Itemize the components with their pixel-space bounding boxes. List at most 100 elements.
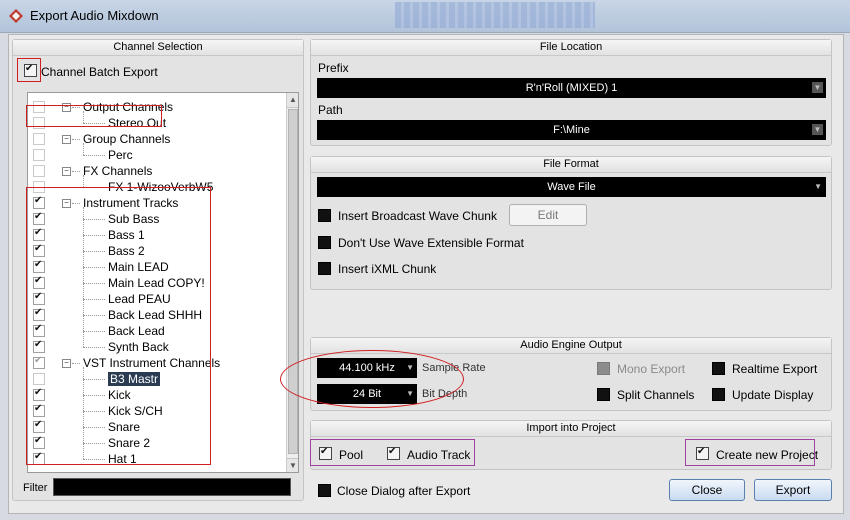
realtime-export-checkbox[interactable] bbox=[712, 362, 725, 375]
channel-batch-export-checkbox[interactable] bbox=[24, 63, 37, 77]
scroll-up-icon[interactable]: ▲ bbox=[287, 93, 298, 108]
tree-row-checkbox[interactable] bbox=[33, 149, 45, 161]
tree-row-checkbox[interactable] bbox=[33, 355, 45, 369]
chevron-down-icon[interactable]: ▼ bbox=[406, 384, 414, 404]
tree-row[interactable]: Bass 2 bbox=[28, 243, 286, 259]
tree-row-checkbox[interactable] bbox=[33, 435, 45, 449]
tree-connector bbox=[83, 459, 105, 460]
mono-export-checkbox[interactable] bbox=[597, 362, 610, 375]
file-location-header: File Location bbox=[311, 40, 831, 56]
chevron-down-icon[interactable]: ▼ bbox=[812, 124, 823, 135]
tree-row[interactable]: Kick bbox=[28, 387, 286, 403]
tree-row-checkbox[interactable] bbox=[33, 307, 45, 321]
file-format-combo[interactable]: Wave File ▼ bbox=[317, 177, 826, 197]
audio-engine-panel: Audio Engine Output 44.100 kHz ▼ Sample … bbox=[310, 337, 832, 411]
tree-row[interactable]: Hat 1 bbox=[28, 451, 286, 467]
scroll-down-icon[interactable]: ▼ bbox=[287, 458, 298, 472]
tree-row[interactable]: Sub Bass bbox=[28, 211, 286, 227]
tree-row[interactable]: Kick S/CH bbox=[28, 403, 286, 419]
tree-row-checkbox[interactable] bbox=[33, 373, 45, 385]
tree-row[interactable]: Stereo Out bbox=[28, 115, 286, 131]
tree-row[interactable]: Back Lead bbox=[28, 323, 286, 339]
tree-row-checkbox[interactable] bbox=[33, 117, 45, 129]
tree-row-label: Kick S/CH bbox=[108, 404, 163, 418]
filter-label: Filter bbox=[23, 482, 48, 494]
tree-row-checkbox[interactable] bbox=[33, 259, 45, 273]
tree-row[interactable]: Back Lead SHHH bbox=[28, 307, 286, 323]
tree-row[interactable]: Perc bbox=[28, 147, 286, 163]
export-button[interactable]: Export bbox=[754, 479, 832, 501]
tree-connector bbox=[83, 367, 84, 459]
scroll-thumb[interactable] bbox=[288, 109, 298, 454]
tree-row-checkbox[interactable] bbox=[33, 451, 45, 465]
tree-scrollbar[interactable]: ▲ ▼ bbox=[286, 93, 298, 472]
tree-row-checkbox[interactable] bbox=[33, 101, 45, 113]
close-dialog-checkbox[interactable] bbox=[318, 484, 331, 497]
tree-row[interactable]: B3 Mastr bbox=[28, 371, 286, 387]
import-project-panel: Import into Project Pool Audio Track Cre… bbox=[310, 420, 832, 470]
sample-rate-value: 44.100 kHz bbox=[339, 362, 395, 374]
tree-connector bbox=[83, 219, 105, 220]
tree-connector bbox=[83, 187, 105, 188]
tree-row-checkbox[interactable] bbox=[33, 419, 45, 433]
prefix-combo[interactable]: R'n'Roll (MIXED) 1 ▼ bbox=[317, 78, 826, 98]
close-button[interactable]: Close bbox=[669, 479, 745, 501]
tree-connector bbox=[72, 139, 80, 140]
bit-depth-label: Bit Depth bbox=[422, 388, 468, 400]
tree-connector bbox=[72, 203, 80, 204]
tree-row[interactable]: Main LEAD bbox=[28, 259, 286, 275]
tree-row[interactable]: Snare 2 bbox=[28, 435, 286, 451]
create-new-project-checkbox[interactable] bbox=[696, 446, 709, 460]
wave-extensible-checkbox[interactable] bbox=[318, 236, 331, 249]
tree-row[interactable]: FX 1-WizooVerbW5 bbox=[28, 179, 286, 195]
tree-row-checkbox[interactable] bbox=[33, 211, 45, 225]
ixml-checkbox[interactable] bbox=[318, 262, 331, 275]
tree-connector bbox=[83, 235, 105, 236]
bit-depth-combo[interactable]: 24 Bit ▼ bbox=[317, 384, 417, 404]
tree-row-checkbox[interactable] bbox=[33, 339, 45, 353]
filter-input[interactable] bbox=[53, 478, 291, 496]
tree-row-checkbox[interactable] bbox=[33, 227, 45, 241]
tree-row-checkbox[interactable] bbox=[33, 323, 45, 337]
path-combo[interactable]: F:\Mine ▼ bbox=[317, 120, 826, 140]
tree-row-checkbox[interactable] bbox=[33, 195, 45, 209]
audio-track-checkbox[interactable] bbox=[387, 446, 400, 460]
tree-row-checkbox[interactable] bbox=[33, 165, 45, 177]
tree-row[interactable]: − Output Channels bbox=[28, 99, 286, 115]
collapse-icon[interactable]: − bbox=[62, 135, 71, 144]
tree-row[interactable]: Snare bbox=[28, 419, 286, 435]
chevron-down-icon[interactable]: ▼ bbox=[406, 358, 414, 378]
chevron-down-icon[interactable]: ▼ bbox=[812, 82, 823, 93]
tree-row[interactable]: − Group Channels bbox=[28, 131, 286, 147]
tree-row-checkbox[interactable] bbox=[33, 403, 45, 417]
tree-row-checkbox[interactable] bbox=[33, 181, 45, 193]
chevron-down-icon[interactable]: ▼ bbox=[814, 177, 822, 197]
tree-row-checkbox[interactable] bbox=[33, 243, 45, 257]
split-channels-checkbox[interactable] bbox=[597, 388, 610, 401]
tree-row[interactable]: Lead PEAU bbox=[28, 291, 286, 307]
tree-row-checkbox[interactable] bbox=[33, 275, 45, 289]
collapse-icon[interactable]: − bbox=[62, 103, 71, 112]
tree-row-checkbox[interactable] bbox=[33, 291, 45, 305]
broadcast-wave-checkbox[interactable] bbox=[318, 209, 331, 222]
tree-row[interactable]: − FX Channels bbox=[28, 163, 286, 179]
tree-row[interactable]: Synth Back bbox=[28, 339, 286, 355]
tree-row-checkbox[interactable] bbox=[33, 387, 45, 401]
tree-connector bbox=[83, 267, 105, 268]
tree-row[interactable]: Main Lead COPY! bbox=[28, 275, 286, 291]
collapse-icon[interactable]: − bbox=[62, 167, 71, 176]
update-display-label: Update Display bbox=[732, 388, 814, 402]
tree-connector bbox=[83, 347, 105, 348]
sample-rate-combo[interactable]: 44.100 kHz ▼ bbox=[317, 358, 417, 378]
pool-checkbox[interactable] bbox=[319, 446, 332, 460]
channel-batch-export-label: Channel Batch Export bbox=[41, 65, 158, 79]
tree-row[interactable]: − Instrument Tracks bbox=[28, 195, 286, 211]
collapse-icon[interactable]: − bbox=[62, 359, 71, 368]
tree-row-checkbox[interactable] bbox=[33, 133, 45, 145]
channel-tree[interactable]: ▲ ▼ − Output Channels Stereo Out − Group Cha… bbox=[27, 92, 299, 473]
tree-row[interactable]: Bass 1 bbox=[28, 227, 286, 243]
collapse-icon[interactable]: − bbox=[62, 199, 71, 208]
update-display-checkbox[interactable] bbox=[712, 388, 725, 401]
tree-row[interactable]: − VST Instrument Channels bbox=[28, 355, 286, 371]
edit-button[interactable]: Edit bbox=[509, 204, 587, 226]
